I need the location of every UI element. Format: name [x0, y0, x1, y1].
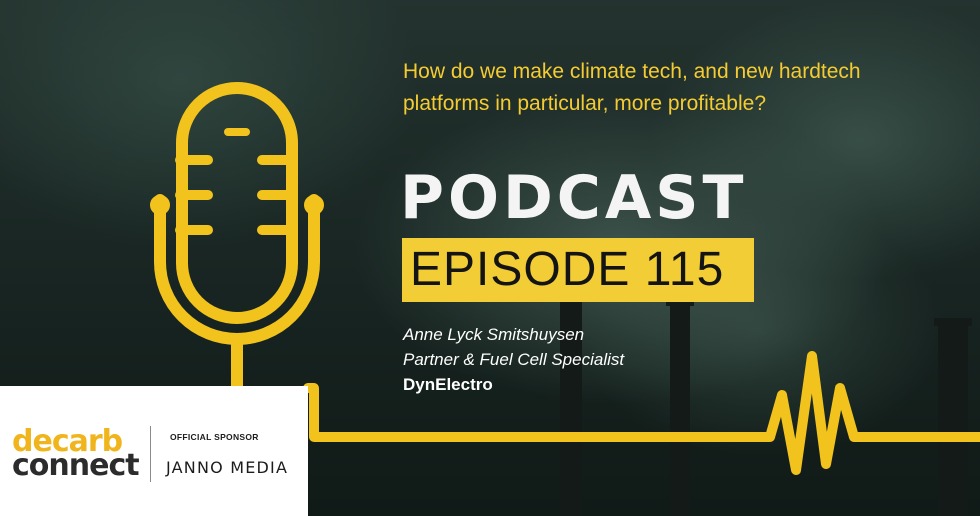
podcast-banner: How do we make climate tech, and new har… [0, 0, 980, 516]
guest-role: Partner & Fuel Cell Specialist [403, 350, 625, 369]
decarb-connect-logo: decarb connect [12, 427, 142, 483]
sponsor-name: JANNO MEDIA [166, 458, 289, 477]
guest-name: Anne Lyck Smitshuysen [403, 325, 585, 344]
sponsor-divider [150, 426, 151, 482]
microphone-icon [150, 82, 324, 392]
smokestacks [556, 288, 972, 516]
logo-bottom-text: connect [12, 448, 140, 483]
podcast-title: PODCAST [400, 163, 748, 233]
episode-badge: EPISODE 115 [402, 238, 754, 302]
episode-number: EPISODE 115 [410, 243, 725, 296]
sponsor-label: OFFICIAL SPONSOR [170, 432, 259, 442]
episode-question: How do we make climate tech, and new har… [403, 60, 861, 115]
guest-company: DynElectro [403, 375, 493, 394]
